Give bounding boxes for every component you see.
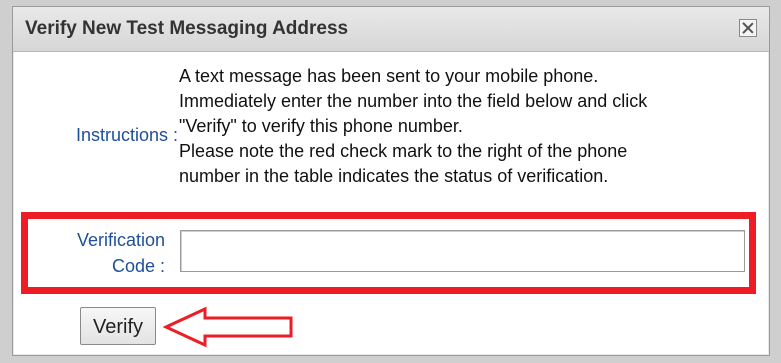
close-icon[interactable] <box>739 19 757 37</box>
instructions-line: Please note the red check mark to the ri… <box>179 141 628 161</box>
left-arrow-icon <box>163 306 293 348</box>
dialog-title: Verify New Test Messaging Address <box>25 18 349 39</box>
dialog-titlebar: Verify New Test Messaging Address <box>13 7 769 52</box>
verify-dialog: Verify New Test Messaging Address Instru… <box>12 6 770 356</box>
instructions-label: Instructions : <box>75 125 178 145</box>
verification-code-input[interactable] <box>180 230 745 272</box>
instructions-text: A text message has been sent to your mob… <box>179 64 764 189</box>
verify-button[interactable]: Verify <box>80 307 156 345</box>
instructions-line: number in the table indicates the status… <box>179 166 609 186</box>
verification-label-line: Verification <box>76 230 165 250</box>
verification-code-label: Verification Code : <box>35 227 165 279</box>
instructions-line: A text message has been sent to your mob… <box>179 66 599 86</box>
instructions-line: Immediately enter the number into the fi… <box>179 91 648 111</box>
verification-label-line: Code : <box>111 256 165 276</box>
instructions-line: "Verify" to verify this phone number. <box>179 116 463 136</box>
